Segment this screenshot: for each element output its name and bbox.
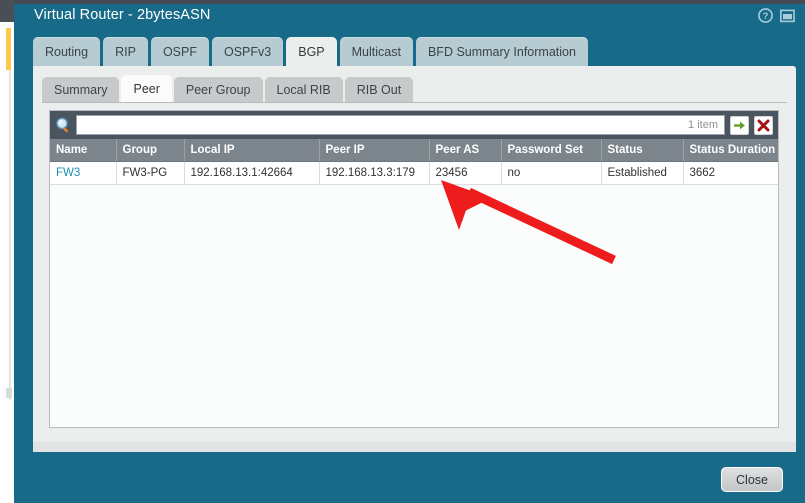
tab-ospfv3[interactable]: OSPFv3 [211,37,284,66]
background-page [0,0,14,503]
restore-window-icon[interactable] [780,9,795,23]
footer-divider [33,442,796,452]
bgp-peer-table: Name Group Local IP Peer IP Peer AS Pass… [50,139,778,185]
search-field-wrapper[interactable]: 1 item [76,115,725,135]
magnifier-icon[interactable] [55,117,72,134]
dialog-footer: Close [14,442,805,503]
bgp-content-panel: Summary Peer Peer Group Local RIB RIB Ou… [33,66,796,442]
cell-name: FW3 [50,161,117,185]
subtab-peer-group[interactable]: Peer Group [173,77,263,103]
main-tab-strip: Routing RIP OSPF OSPFv3 BGP Multicast BF… [33,37,588,66]
subtab-peer[interactable]: Peer [121,75,172,103]
tab-rip[interactable]: RIP [103,37,148,66]
window-controls: ? [758,8,795,23]
column-header-status[interactable]: Status [601,139,684,162]
background-marker [6,388,12,398]
subtab-rib-out[interactable]: RIB Out [344,77,414,103]
cell-peer-ip: 192.168.13.3:179 [319,161,430,185]
column-header-group[interactable]: Group [116,139,185,162]
help-circle-icon[interactable]: ? [758,8,773,23]
cell-group: FW3-PG [116,161,185,185]
column-header-peer-ip[interactable]: Peer IP [319,139,430,162]
apply-filter-button[interactable] [730,115,749,135]
background-accent-bar [6,28,11,70]
svg-text:?: ? [763,11,769,22]
dialog-title: Virtual Router - 2bytesASN [34,7,211,23]
item-count-label: 1 item [688,119,718,131]
tab-routing[interactable]: Routing [33,37,101,66]
tab-multicast[interactable]: Multicast [339,37,413,66]
column-header-peer-as[interactable]: Peer AS [429,139,502,162]
cell-local-ip: 192.168.13.1:42664 [184,161,320,185]
cell-password-set: no [501,161,602,185]
column-header-password-set[interactable]: Password Set [501,139,602,162]
virtual-router-dialog: Virtual Router - 2bytesASN ? Routing RIP… [14,0,805,503]
subtab-local-rib[interactable]: Local RIB [264,77,343,103]
table-header-row: Name Group Local IP Peer IP Peer AS Pass… [50,139,778,162]
subtab-summary[interactable]: Summary [42,77,120,103]
column-header-local-ip[interactable]: Local IP [184,139,320,162]
clear-filter-button[interactable] [754,115,773,135]
close-button[interactable]: Close [721,467,783,492]
search-input[interactable] [77,116,685,134]
table-row[interactable]: FW3 FW3-PG 192.168.13.1:42664 192.168.13… [50,161,778,185]
tab-ospf[interactable]: OSPF [150,37,209,66]
search-toolbar: 1 item [50,111,778,139]
subtab-underline [42,102,787,103]
column-header-status-duration[interactable]: Status Duration (secs.) [683,139,778,162]
bgp-sub-tab-strip: Summary Peer Peer Group Local RIB RIB Ou… [42,75,414,103]
column-header-name[interactable]: Name [50,139,117,162]
cell-status: Established [601,161,684,185]
peer-grid-container: 1 item Name Group Local IP Peer IP Peer … [49,110,779,428]
cell-peer-as: 23456 [429,161,502,185]
peer-name-link[interactable]: FW3 [56,167,80,179]
background-topbar [0,0,14,22]
dialog-title-bar: Virtual Router - 2bytesASN ? [14,4,805,32]
background-divider [9,70,11,400]
tab-bgp[interactable]: BGP [286,37,337,66]
tab-bfd-summary-information[interactable]: BFD Summary Information [415,37,588,66]
cell-status-duration: 3662 [683,161,778,185]
